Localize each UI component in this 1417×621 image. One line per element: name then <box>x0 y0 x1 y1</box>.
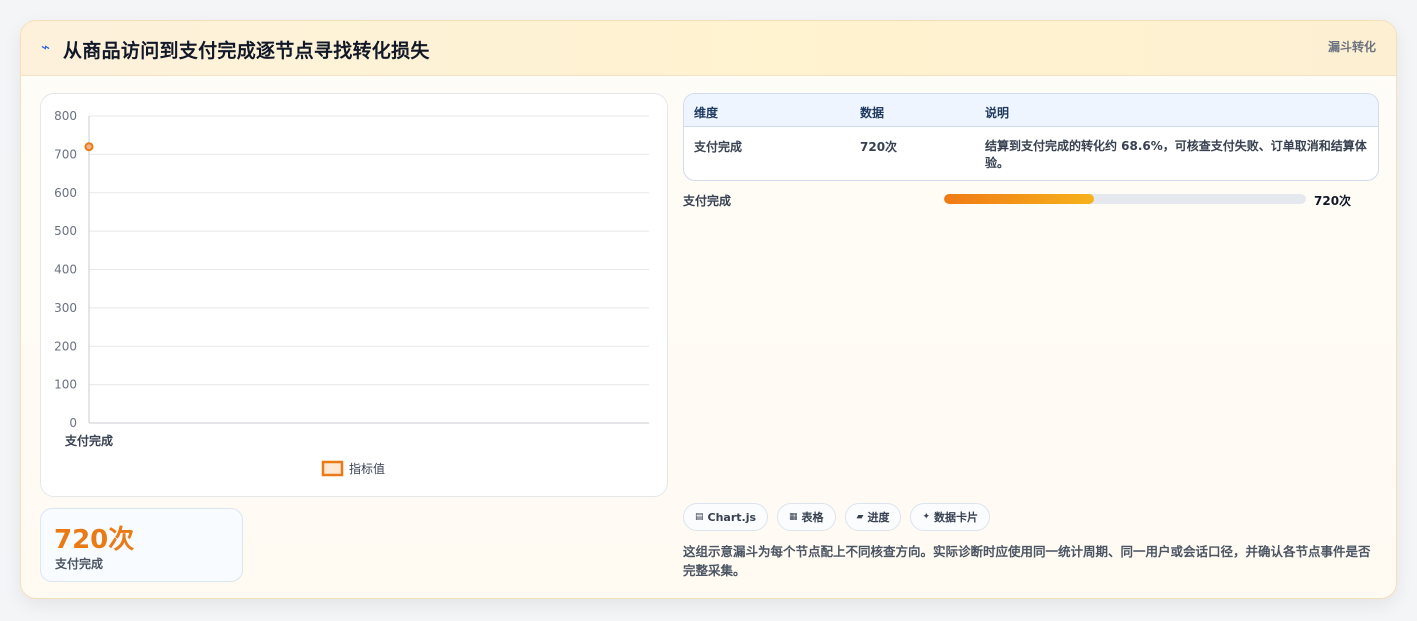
progress-fill <box>944 194 1095 204</box>
chip-label: 数据卡片 <box>934 511 979 524</box>
y-tick-label: 100 <box>54 378 77 392</box>
page-title: 从商品访问到支付完成逐节点寻找转化损失 <box>63 40 430 62</box>
progress-value: 720次 <box>1314 194 1352 208</box>
y-tick-label: 700 <box>54 147 77 161</box>
x-tick-label: 支付完成 <box>64 433 113 448</box>
y-tick-label: 500 <box>54 224 77 238</box>
funnel-card: ⌁ 从商品访问到支付完成逐节点寻找转化损失 漏斗转化 0 100 200 300 400… <box>20 20 1397 599</box>
table-header-row: 维度 数据 说明 <box>684 94 1378 127</box>
y-tick-label: 0 <box>69 416 77 430</box>
card-header: ⌁ 从商品访问到支付完成逐节点寻找转化损失 漏斗转化 <box>21 21 1396 76</box>
table-header-value: 数据 <box>860 106 885 120</box>
category-tag: 漏斗转化 <box>1327 40 1376 54</box>
sparkle-icon: ✦ <box>922 512 931 522</box>
table-cell-dimension: 支付完成 <box>694 140 743 154</box>
table-icon: ▦ <box>789 512 798 522</box>
y-tick-label: 400 <box>54 263 77 277</box>
table-cell-note: 结算到支付完成的转化约 68.6%，可核查支付失败、订单取消和结算体验。 <box>985 139 1367 170</box>
legend-swatch <box>321 460 344 477</box>
chart-icon: ▤ <box>695 512 704 522</box>
chip-label: 表格 <box>801 511 824 524</box>
chart-panel: 0 100 200 300 400 500 600 700 800 支付完成指标值 <box>40 93 668 497</box>
table-header-note: 说明 <box>985 106 1010 120</box>
y-tick-label: 200 <box>54 339 77 353</box>
kpi-card: 720次 支付完成 <box>40 508 243 582</box>
y-tick-label: 800 <box>54 109 77 123</box>
progress-icon: ▰ <box>856 512 864 522</box>
y-tick-label: 600 <box>54 186 77 200</box>
kpi-label: 支付完成 <box>55 557 104 571</box>
feature-chips: ▤ Chart.js ▦ 表格 ▰ 进度 ✦ 数据卡片 <box>683 503 991 531</box>
kpi-value: 720次 <box>54 525 135 555</box>
chip-table[interactable]: ▦ 表格 <box>777 503 836 531</box>
legend-label: 指标值 <box>349 461 385 476</box>
chip-data-card[interactable]: ✦ 数据卡片 <box>910 503 991 531</box>
progress-bar <box>944 194 1306 204</box>
bolt-icon: ⌁ <box>41 38 51 56</box>
chip-chartjs[interactable]: ▤ Chart.js <box>683 503 769 531</box>
data-point <box>84 142 94 152</box>
chip-progress[interactable]: ▰ 进度 <box>844 503 902 531</box>
chip-label: 进度 <box>867 511 890 524</box>
data-table: 维度 数据 说明 支付完成 720次 结算到支付完成的转化约 68.6%，可核查… <box>683 93 1379 181</box>
table-cell-value: 720次 <box>860 140 898 154</box>
chip-label: Chart.js <box>707 510 757 524</box>
footnote: 这组示意漏斗为每个节点配上不同核查方向。实际诊断时应使用同一统计周期、同一用户或… <box>683 544 1371 578</box>
table-header-dimension: 维度 <box>694 106 719 120</box>
progress-label: 支付完成 <box>683 194 732 208</box>
line-chart: 0 100 200 300 400 500 600 700 800 支付完成指标值 <box>54 109 649 477</box>
y-tick-label: 300 <box>54 301 77 315</box>
